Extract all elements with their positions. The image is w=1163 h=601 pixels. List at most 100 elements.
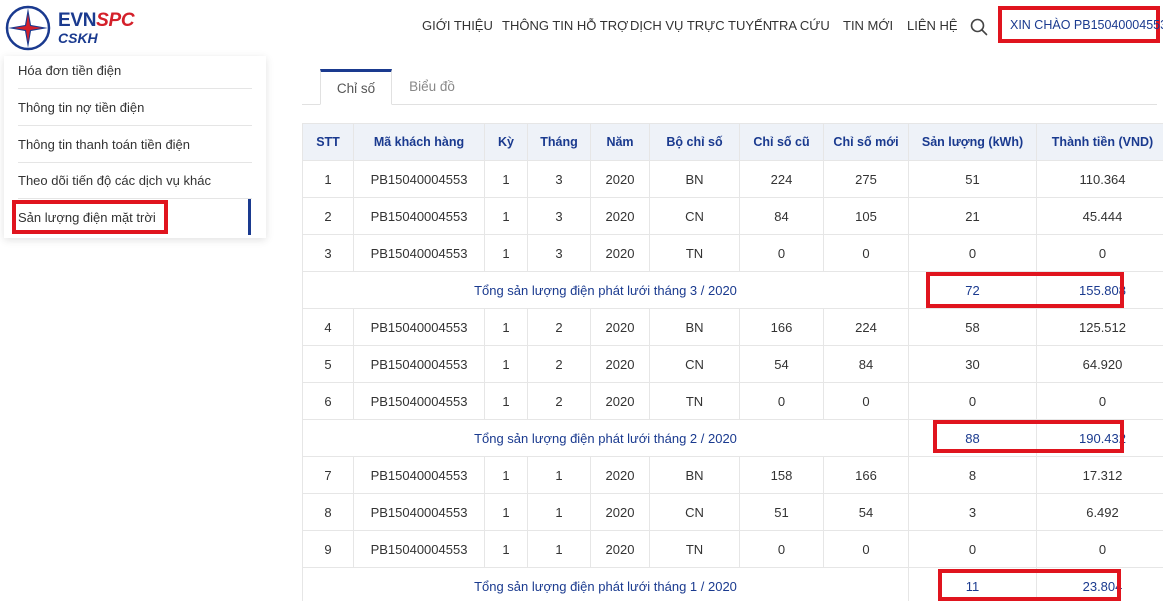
cell-bo-chi-so: CN	[649, 345, 740, 383]
cell-chi-so-cu: 0	[739, 530, 824, 568]
cell-thang: 1	[527, 530, 591, 568]
cell-san-luong: 51	[908, 160, 1037, 198]
tab-bieu-do[interactable]: Biểu đồ	[398, 69, 466, 105]
cell-thang: 2	[527, 308, 591, 346]
nav-item-dich-vu-truc-tuyen[interactable]: DỊCH VỤ TRỰC TUYẾN	[630, 18, 772, 33]
cell-stt: 2	[302, 197, 354, 235]
cell-bo-chi-so: CN	[649, 493, 740, 531]
sidebar-item-hoa-don[interactable]: Hóa đơn tiền điện	[18, 52, 252, 89]
total-label: Tổng sản lượng điện phát lưới tháng 2 / …	[302, 419, 909, 457]
cell-ky: 1	[484, 160, 528, 198]
cell-thang: 2	[527, 345, 591, 383]
table-row: 8 PB15040004553 1 1 2020 CN 51 54 3 6.492	[302, 493, 1163, 531]
cell-ma-khach-hang: PB15040004553	[353, 345, 485, 383]
cell-san-luong: 8	[908, 456, 1037, 494]
header-stt: STT	[302, 123, 354, 161]
cell-stt: 4	[302, 308, 354, 346]
cell-ma-khach-hang: PB15040004553	[353, 234, 485, 272]
cell-ky: 1	[484, 530, 528, 568]
header-chi-so-moi: Chỉ số mới	[823, 123, 909, 161]
logo-cskh-text: CSKH	[58, 30, 98, 46]
cell-san-luong: 0	[908, 530, 1037, 568]
cell-thanh-tien: 0	[1036, 382, 1163, 420]
cell-chi-so-cu: 166	[739, 308, 824, 346]
cell-chi-so-cu: 84	[739, 197, 824, 235]
cell-nam: 2020	[590, 456, 650, 494]
cell-chi-so-cu: 54	[739, 345, 824, 383]
total-label: Tổng sản lượng điện phát lưới tháng 3 / …	[302, 271, 909, 309]
cell-san-luong: 21	[908, 197, 1037, 235]
sidebar-active-highlight	[12, 200, 168, 234]
cell-thang: 1	[527, 493, 591, 531]
header-bo-chi-so: Bộ chỉ số	[649, 123, 740, 161]
total-row: Tổng sản lượng điện phát lưới tháng 2 / …	[302, 419, 1163, 457]
cell-stt: 7	[302, 456, 354, 494]
cell-thanh-tien: 0	[1036, 530, 1163, 568]
table-header-row: STT Mã khách hàng Kỳ Tháng Năm Bộ chỉ số…	[302, 123, 1163, 161]
nav-item-tra-cuu[interactable]: TRA CỨU	[771, 18, 830, 33]
cell-san-luong: 3	[908, 493, 1037, 531]
table-row: 9 PB15040004553 1 1 2020 TN 0 0 0 0	[302, 530, 1163, 568]
cell-san-luong: 0	[908, 382, 1037, 420]
top-header: EVNSPC CSKH GIỚI THIỆU THÔNG TIN HỖ TRỢ …	[0, 0, 1163, 56]
cell-bo-chi-so: TN	[649, 234, 740, 272]
cell-thang: 1	[527, 456, 591, 494]
tab-chi-so[interactable]: Chỉ số	[320, 69, 392, 105]
cell-stt: 9	[302, 530, 354, 568]
cell-ky: 1	[484, 197, 528, 235]
header-chi-so-cu: Chỉ số cũ	[739, 123, 824, 161]
cell-stt: 1	[302, 160, 354, 198]
cell-ma-khach-hang: PB15040004553	[353, 308, 485, 346]
cell-ma-khach-hang: PB15040004553	[353, 493, 485, 531]
table-row: 6 PB15040004553 1 2 2020 TN 0 0 0 0	[302, 382, 1163, 420]
nav-item-thong-tin-ho-tro[interactable]: THÔNG TIN HỖ TRỢ	[502, 18, 628, 33]
sidebar-item-tien-do-dich-vu[interactable]: Theo dõi tiến độ các dịch vụ khác	[18, 162, 252, 199]
header-san-luong: Sản lượng (kWh)	[908, 123, 1037, 161]
cell-thanh-tien: 0	[1036, 234, 1163, 272]
cell-chi-so-moi: 105	[823, 197, 909, 235]
sidebar-item-thong-tin-no[interactable]: Thông tin nợ tiền điện	[18, 89, 252, 126]
cell-chi-so-moi: 275	[823, 160, 909, 198]
cell-ma-khach-hang: PB15040004553	[353, 530, 485, 568]
user-greeting[interactable]: XIN CHÀO PB15040004553	[1010, 18, 1163, 32]
cell-chi-so-moi: 54	[823, 493, 909, 531]
nav-item-lien-he[interactable]: LIÊN HỆ	[907, 18, 958, 33]
cell-bo-chi-so: TN	[649, 382, 740, 420]
cell-chi-so-cu: 0	[739, 382, 824, 420]
total-vnd: 190.432	[1036, 419, 1163, 457]
cell-ky: 1	[484, 234, 528, 272]
cell-thanh-tien: 6.492	[1036, 493, 1163, 531]
cell-nam: 2020	[590, 345, 650, 383]
cell-chi-so-moi: 0	[823, 530, 909, 568]
cell-san-luong: 0	[908, 234, 1037, 272]
total-kwh: 11	[908, 567, 1037, 601]
cell-nam: 2020	[590, 197, 650, 235]
cell-ky: 1	[484, 456, 528, 494]
header-thanh-tien: Thành tiền (VND)	[1036, 123, 1163, 161]
nav-item-tin-moi[interactable]: TIN MỚI	[843, 18, 893, 33]
search-icon[interactable]	[970, 18, 988, 36]
nav-item-gioi-thieu[interactable]: GIỚI THIỆU	[422, 18, 493, 33]
cell-bo-chi-so: BN	[649, 308, 740, 346]
header-ky: Kỳ	[484, 123, 528, 161]
cell-thang: 3	[527, 197, 591, 235]
table-row: 4 PB15040004553 1 2 2020 BN 166 224 58 125.512	[302, 308, 1163, 346]
evnspc-logo[interactable]: EVNSPC CSKH	[4, 4, 154, 52]
cell-ma-khach-hang: PB15040004553	[353, 382, 485, 420]
cell-bo-chi-so: TN	[649, 530, 740, 568]
cell-ky: 1	[484, 493, 528, 531]
cell-chi-so-moi: 84	[823, 345, 909, 383]
header-thang: Tháng	[527, 123, 591, 161]
cell-thang: 3	[527, 160, 591, 198]
cell-bo-chi-so: CN	[649, 197, 740, 235]
cell-ma-khach-hang: PB15040004553	[353, 197, 485, 235]
table-body: 1 PB15040004553 1 3 2020 BN 224 275 51 110.364 2 PB…	[302, 160, 1163, 601]
cell-chi-so-moi: 0	[823, 234, 909, 272]
sidebar-active-indicator	[248, 199, 251, 235]
logo-evn-text: EVN	[58, 10, 97, 31]
cell-thang: 3	[527, 234, 591, 272]
total-kwh: 72	[908, 271, 1037, 309]
cell-chi-so-cu: 51	[739, 493, 824, 531]
cell-nam: 2020	[590, 160, 650, 198]
sidebar-item-thanh-toan[interactable]: Thông tin thanh toán tiền điện	[18, 126, 252, 163]
